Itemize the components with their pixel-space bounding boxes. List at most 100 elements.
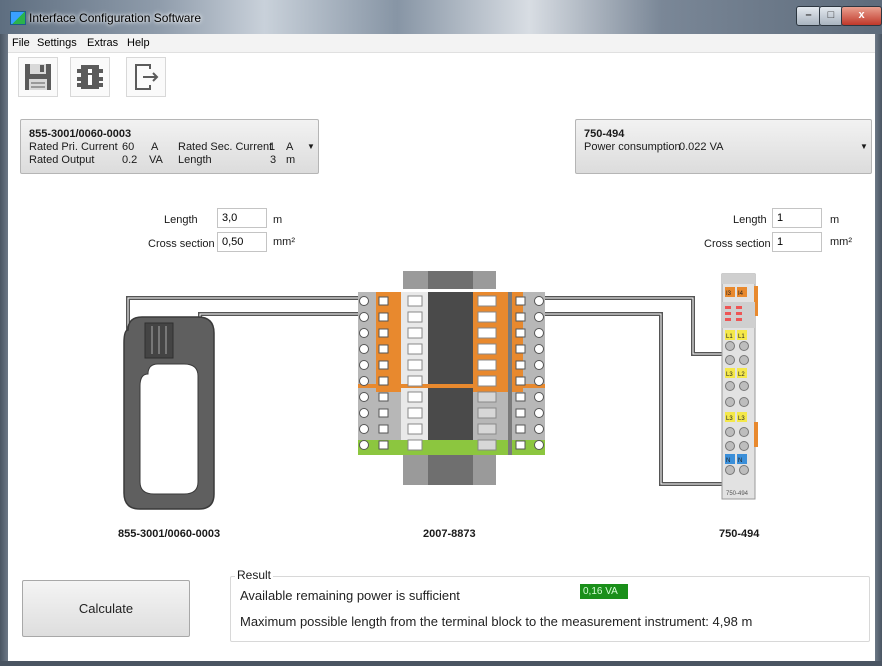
app-icon: [10, 11, 26, 25]
terminal-screw: [359, 408, 369, 418]
terminal-block-label: 2007-8873: [423, 528, 476, 540]
module-terminal: [725, 441, 735, 451]
module-terminal: [725, 341, 735, 351]
terminal-screw: [534, 344, 544, 354]
window-title: Interface Configuration Software: [29, 11, 202, 25]
terminal-slot: [477, 295, 497, 307]
terminal-screw: [359, 424, 369, 434]
terminal-clamp: [515, 328, 526, 338]
terminal-clamp: [378, 440, 389, 450]
terminal-slot: [477, 359, 497, 371]
terminal-clamp: [515, 408, 526, 418]
terminal-clamp: [515, 360, 526, 370]
close-button[interactable]: x: [841, 6, 882, 26]
terminal-marker: [407, 327, 423, 339]
channel-tag-label: I4: [738, 291, 744, 297]
application-window: Interface Configuration Software – □ x F…: [0, 0, 882, 666]
result-sufficient-text: Available remaining power is sufficient: [240, 588, 460, 603]
window-frame-bottom: [0, 661, 882, 666]
channel-tag-label: L3: [738, 416, 745, 422]
terminal-screw: [359, 296, 369, 306]
terminal-clamp: [515, 424, 526, 434]
terminal-screw: [534, 296, 544, 306]
terminal-marker: [407, 423, 423, 435]
channel-tag-label: I3: [726, 291, 732, 297]
terminal-clamp: [378, 376, 389, 386]
module-terminal: [739, 341, 749, 351]
terminal-clamp: [515, 440, 526, 450]
terminal-clamp: [378, 312, 389, 322]
right-device-label: 750-494: [719, 528, 760, 540]
channel-tag-label: L1: [726, 334, 733, 340]
terminal-screw: [534, 376, 544, 386]
module-terminal: [725, 465, 735, 475]
module-terminal: [725, 397, 735, 407]
module-terminal: [739, 381, 749, 391]
channel-tag-label: L2: [738, 372, 745, 378]
terminal-screw: [534, 312, 544, 322]
terminal-screw: [534, 360, 544, 370]
left-device-label: 855-3001/0060-0003: [118, 528, 221, 540]
terminal-screw: [359, 328, 369, 338]
terminal-clamp: [378, 424, 389, 434]
terminal-clamp: [378, 392, 389, 402]
terminal-slot: [477, 439, 497, 451]
terminal-screw: [534, 392, 544, 402]
channel-tag-label: N: [738, 458, 742, 464]
terminal-clamp: [378, 408, 389, 418]
terminal-screw: [359, 312, 369, 322]
terminal-clamp: [515, 376, 526, 386]
terminal-screw: [534, 424, 544, 434]
terminal-marker: [407, 391, 423, 403]
module-terminal: [739, 465, 749, 475]
terminal-slot: [477, 343, 497, 355]
client-area: File Settings Extras Help 855-3001/0060-…: [8, 34, 875, 661]
minimize-button[interactable]: –: [796, 6, 821, 26]
window-frame-left: [0, 34, 8, 666]
terminal-screw: [359, 440, 369, 450]
result-legend: Result: [235, 568, 274, 582]
terminal-clamp: [515, 344, 526, 354]
maximize-button[interactable]: □: [819, 6, 843, 26]
terminal-slot: [477, 391, 497, 403]
terminal-slot: [477, 407, 497, 419]
terminal-screw: [534, 408, 544, 418]
terminal-marker: [407, 375, 423, 387]
terminal-clamp: [378, 344, 389, 354]
terminal-clamp: [378, 360, 389, 370]
terminal-clamp: [515, 296, 526, 306]
terminal-slot: [477, 327, 497, 339]
calculate-button[interactable]: Calculate: [22, 580, 190, 637]
module-terminal: [739, 441, 749, 451]
terminal-marker: [407, 407, 423, 419]
terminal-clamp: [515, 392, 526, 402]
module-terminal: [739, 397, 749, 407]
terminal-clamp: [378, 296, 389, 306]
remaining-power-badge: 0,16 VA: [580, 584, 628, 599]
module-terminal: [725, 355, 735, 365]
terminal-screw: [359, 360, 369, 370]
channel-tag-label: L1: [738, 334, 745, 340]
wiring-diagram: I3 I4 L1 L1 L3 L2 L3 L3 N N 750-494: [123, 271, 758, 510]
window-frame-right: [875, 34, 882, 666]
result-group: [230, 576, 870, 642]
current-transformer: [123, 316, 215, 510]
terminal-marker: [407, 311, 423, 323]
terminal-screw: [534, 328, 544, 338]
terminal-clamp: [515, 312, 526, 322]
channel-tag-label: L3: [726, 416, 733, 422]
terminal-marker: [407, 343, 423, 355]
module-terminal: [739, 427, 749, 437]
module-part-text: 750-494: [726, 491, 749, 497]
terminal-clamp: [378, 328, 389, 338]
terminal-slot: [477, 423, 497, 435]
terminal-slot: [477, 311, 497, 323]
terminal-screw: [359, 392, 369, 402]
channel-tag-label: N: [726, 458, 730, 464]
title-bar[interactable]: Interface Configuration Software – □ x: [0, 0, 882, 34]
terminal-marker: [407, 439, 423, 451]
module-terminal: [739, 355, 749, 365]
terminal-slot: [477, 375, 497, 387]
result-max-length-text: Maximum possible length from the termina…: [240, 614, 753, 629]
terminal-screw: [359, 376, 369, 386]
